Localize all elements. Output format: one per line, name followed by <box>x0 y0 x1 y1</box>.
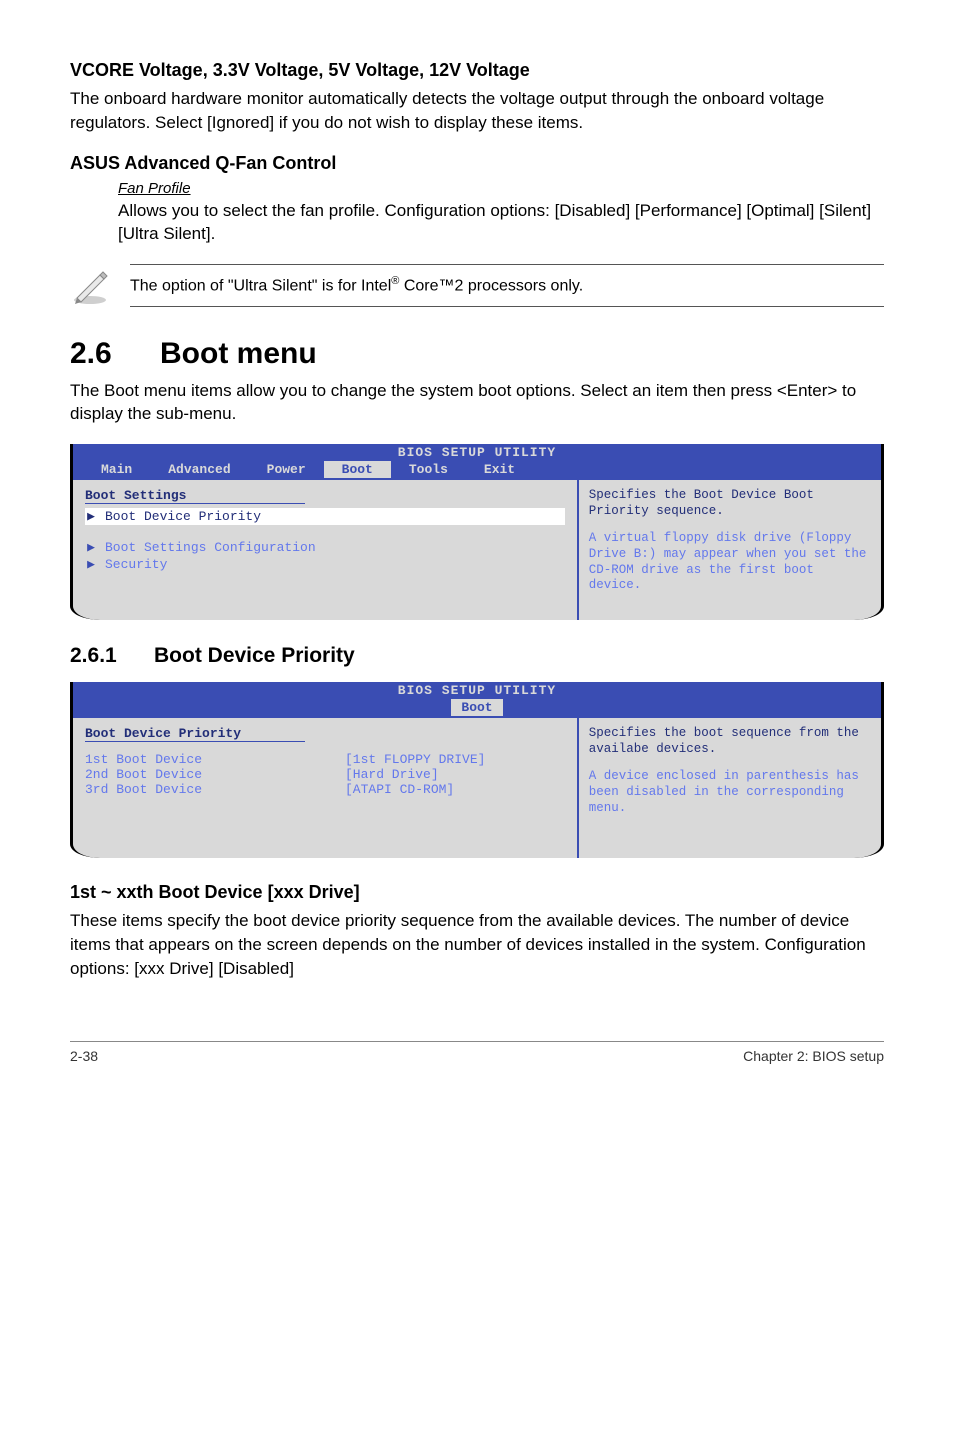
bios-panel-boot-settings: BIOS SETUP UTILITY Main Advanced Power B… <box>70 444 884 620</box>
tab-exit[interactable]: Exit <box>466 461 533 478</box>
xxth-heading: 1st ~ xxth Boot Device [xxx Drive] <box>70 882 884 903</box>
chapter-title: Boot menu <box>160 337 317 370</box>
value: [1st FLOPPY DRIVE] <box>345 752 485 767</box>
value: [ATAPI CD-ROM] <box>345 782 454 797</box>
key: 2nd Boot Device <box>85 767 345 782</box>
fan-profile-label: Fan Profile <box>118 180 884 197</box>
underline <box>85 741 305 742</box>
bios-title: BIOS SETUP UTILITY <box>73 682 881 699</box>
item-label: Security <box>105 557 167 572</box>
subsection-heading: 2.6.1Boot Device Priority <box>70 644 884 668</box>
arrow-icon: ▶ <box>85 557 97 572</box>
boot-intro: The Boot menu items allow you to change … <box>70 379 884 427</box>
bios-left-pane: Boot Settings ▶ Boot Device Priority ▶ B… <box>73 480 579 620</box>
row-2nd-boot[interactable]: 2nd Boot Device [Hard Drive] <box>85 767 565 782</box>
bios-tabs-single: Boot <box>73 699 881 718</box>
xxth-body: These items specify the boot device prio… <box>70 909 884 980</box>
help-top: Specifies the Boot Device Boot Priority … <box>589 488 871 519</box>
help-bottom: A virtual floppy disk drive (Floppy Driv… <box>589 531 871 594</box>
bios-title: BIOS SETUP UTILITY <box>73 444 881 461</box>
bios-tabs: Main Advanced Power Boot Tools Exit <box>73 461 881 480</box>
row-3rd-boot[interactable]: 3rd Boot Device [ATAPI CD-ROM] <box>85 782 565 797</box>
note-text: The option of "Ultra Silent" is for Inte… <box>130 264 884 306</box>
fan-profile-text: Allows you to select the fan profile. Co… <box>118 199 884 247</box>
tab-power[interactable]: Power <box>249 461 324 478</box>
tab-boot[interactable]: Boot <box>324 461 391 478</box>
note-prefix: The option of "Ultra Silent" is for Inte… <box>130 278 391 295</box>
tab-main[interactable]: Main <box>83 461 150 478</box>
item-label: Boot Settings Configuration <box>105 540 316 555</box>
qfan-heading: ASUS Advanced Q-Fan Control <box>70 153 884 174</box>
page-number: 2-38 <box>70 1048 98 1064</box>
bios-help-pane: Specifies the boot sequence from the ava… <box>579 718 881 858</box>
chapter-label: Chapter 2: BIOS setup <box>743 1048 884 1064</box>
vcore-heading: VCORE Voltage, 3.3V Voltage, 5V Voltage,… <box>70 60 884 81</box>
item-label: Boot Device Priority <box>105 509 261 524</box>
chapter-heading: 2.6Boot menu <box>70 337 884 371</box>
help-top: Specifies the boot sequence from the ava… <box>589 726 871 757</box>
arrow-icon: ▶ <box>85 509 97 524</box>
qfan-block: Fan Profile Allows you to select the fan… <box>70 180 884 247</box>
item-boot-device-priority[interactable]: ▶ Boot Device Priority <box>85 508 565 525</box>
underline <box>85 503 305 504</box>
bios-panel-boot-priority: BIOS SETUP UTILITY Boot Boot Device Prio… <box>70 682 884 858</box>
subsection-num: 2.6.1 <box>70 644 154 668</box>
key: 1st Boot Device <box>85 752 345 767</box>
chapter-num: 2.6 <box>70 337 160 371</box>
tab-advanced[interactable]: Advanced <box>150 461 248 478</box>
vcore-body: The onboard hardware monitor automatical… <box>70 87 884 135</box>
pencil-icon <box>70 265 110 305</box>
bios-left-pane: Boot Device Priority 1st Boot Device [1s… <box>73 718 579 858</box>
row-1st-boot[interactable]: 1st Boot Device [1st FLOPPY DRIVE] <box>85 752 565 767</box>
item-security[interactable]: ▶ Security <box>85 556 565 573</box>
key: 3rd Boot Device <box>85 782 345 797</box>
subsection-title: Boot Device Priority <box>154 644 355 667</box>
tab-tools[interactable]: Tools <box>391 461 466 478</box>
value: [Hard Drive] <box>345 767 439 782</box>
help-bottom: A device enclosed in parenthesis has bee… <box>589 769 871 816</box>
boot-settings-label: Boot Settings <box>85 488 565 503</box>
note-row: The option of "Ultra Silent" is for Inte… <box>70 264 884 306</box>
page-footer: 2-38 Chapter 2: BIOS setup <box>70 1041 884 1064</box>
item-boot-settings-config[interactable]: ▶ Boot Settings Configuration <box>85 539 565 556</box>
arrow-icon: ▶ <box>85 540 97 555</box>
note-suffix: Core™2 processors only. <box>399 278 583 295</box>
bios-help-pane: Specifies the Boot Device Boot Priority … <box>579 480 881 620</box>
tab-boot[interactable]: Boot <box>451 699 502 716</box>
boot-priority-label: Boot Device Priority <box>85 726 565 741</box>
